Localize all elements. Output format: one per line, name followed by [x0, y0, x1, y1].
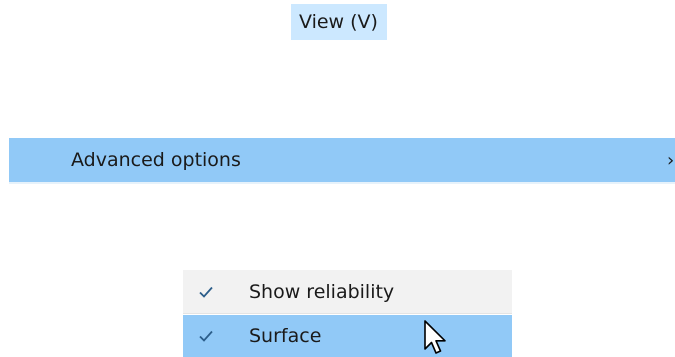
menu-divider [9, 182, 675, 184]
view-menu-label: View (V) [299, 11, 378, 33]
options-context-menu: Show reliability Surface [183, 270, 512, 357]
chevron-right-icon: › [667, 149, 675, 171]
surface-label: Surface [249, 325, 322, 347]
view-menu-title[interactable]: View (V) [291, 4, 387, 40]
menu-item-show-reliability[interactable]: Show reliability [183, 270, 512, 314]
menu-item-surface[interactable]: Surface [183, 315, 512, 357]
checkmark-icon [195, 315, 217, 357]
show-reliability-label: Show reliability [249, 280, 395, 303]
checkmark-icon [195, 270, 217, 313]
advanced-options-menu-item[interactable]: Advanced options › [9, 138, 675, 182]
advanced-options-label: Advanced options [71, 149, 241, 171]
arrow-cursor-icon [424, 320, 446, 354]
